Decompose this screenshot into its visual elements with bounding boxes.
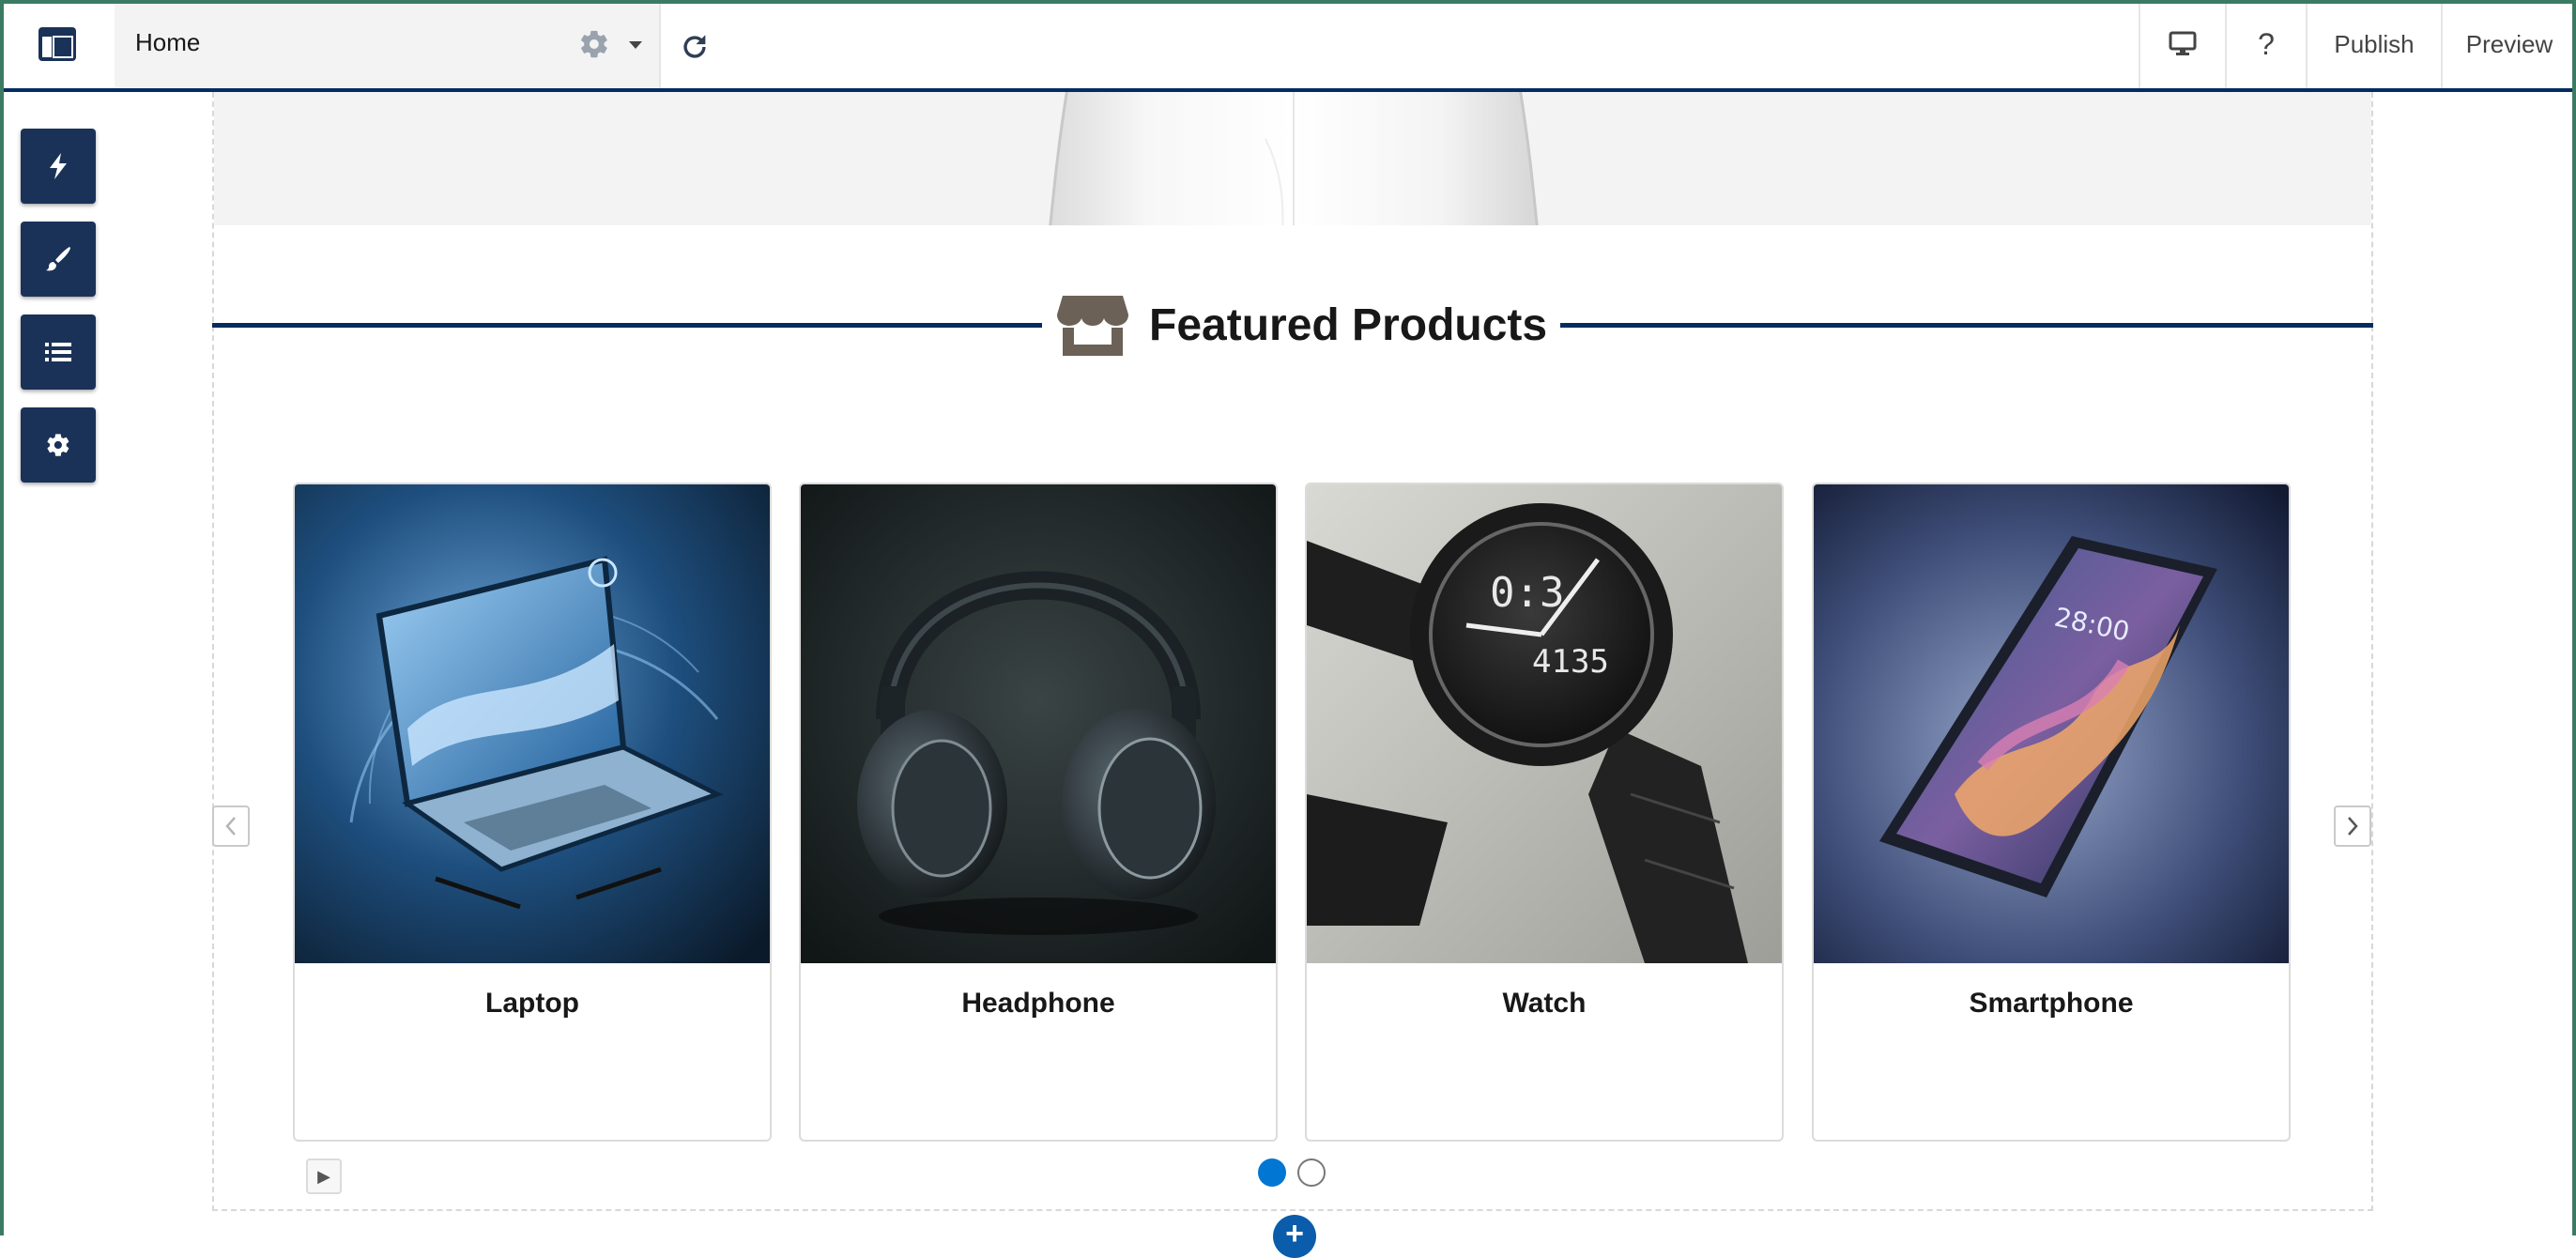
list-icon	[45, 343, 71, 361]
current-page-name: Home	[135, 28, 201, 56]
preview-button[interactable]: Preview	[2441, 0, 2576, 88]
autoplay-toggle-button[interactable]: ▶	[306, 1158, 342, 1194]
help-button[interactable]: ?	[2225, 0, 2306, 88]
section-heading: Featured Products	[1042, 287, 1561, 362]
carousel-page-indicator-1[interactable]	[1258, 1158, 1286, 1187]
product-card[interactable]: Laptop	[293, 483, 772, 1142]
product-card[interactable]: 28:00 Smartphone	[1812, 483, 2291, 1142]
hero-banner-image[interactable]	[214, 92, 2371, 225]
product-name: Headphone	[961, 988, 1115, 1019]
product-name: Smartphone	[1969, 988, 2134, 1019]
theme-tool-button[interactable]	[21, 222, 96, 297]
refresh-button[interactable]	[676, 28, 713, 66]
chevron-down-icon[interactable]	[629, 41, 642, 49]
refresh-icon	[683, 35, 706, 58]
svg-text:0:3: 0:3	[1490, 569, 1564, 617]
svg-text:4135: 4135	[1532, 643, 1609, 681]
page-selector[interactable]: Home	[115, 0, 661, 88]
desktop-icon	[2169, 31, 2197, 55]
carousel-page-indicator-2[interactable]	[1297, 1158, 1326, 1187]
components-tool-button[interactable]	[21, 129, 96, 204]
section-title: Featured Products	[1149, 299, 1548, 350]
laptop-image	[295, 484, 770, 963]
product-name: Laptop	[485, 988, 579, 1019]
page-settings-icon[interactable]	[578, 28, 610, 60]
carousel-prev-button[interactable]	[212, 805, 250, 847]
shirt-image	[1049, 92, 1539, 225]
settings-tool-button[interactable]	[21, 407, 96, 483]
brush-icon	[46, 247, 70, 271]
store-icon	[1057, 296, 1128, 356]
gear-icon	[47, 434, 69, 456]
watch-image: 0:3 4135	[1307, 484, 1782, 963]
chevron-left-icon	[225, 817, 236, 836]
section-divider-right	[1545, 323, 2373, 328]
smartphone-image: 28:00	[1814, 484, 2289, 963]
page-structure-tool-button[interactable]	[21, 314, 96, 390]
product-card[interactable]: 0:3 4135 Watch	[1305, 483, 1784, 1142]
section-divider-left	[212, 323, 1042, 328]
publish-button[interactable]: Publish	[2306, 0, 2441, 88]
device-preview-button[interactable]	[2139, 0, 2225, 88]
product-card[interactable]: Headphone	[799, 483, 1278, 1142]
lightning-icon	[50, 153, 67, 179]
layout-icon	[38, 27, 76, 61]
carousel-next-button[interactable]	[2334, 805, 2371, 847]
headphone-image	[801, 484, 1276, 963]
app-switcher-button[interactable]	[0, 0, 116, 88]
product-name: Watch	[1502, 988, 1587, 1019]
add-component-button[interactable]: +	[1273, 1215, 1316, 1258]
chevron-right-icon	[2348, 817, 2358, 836]
builder-toolbar: Home ? Publish Preview	[0, 0, 2576, 92]
